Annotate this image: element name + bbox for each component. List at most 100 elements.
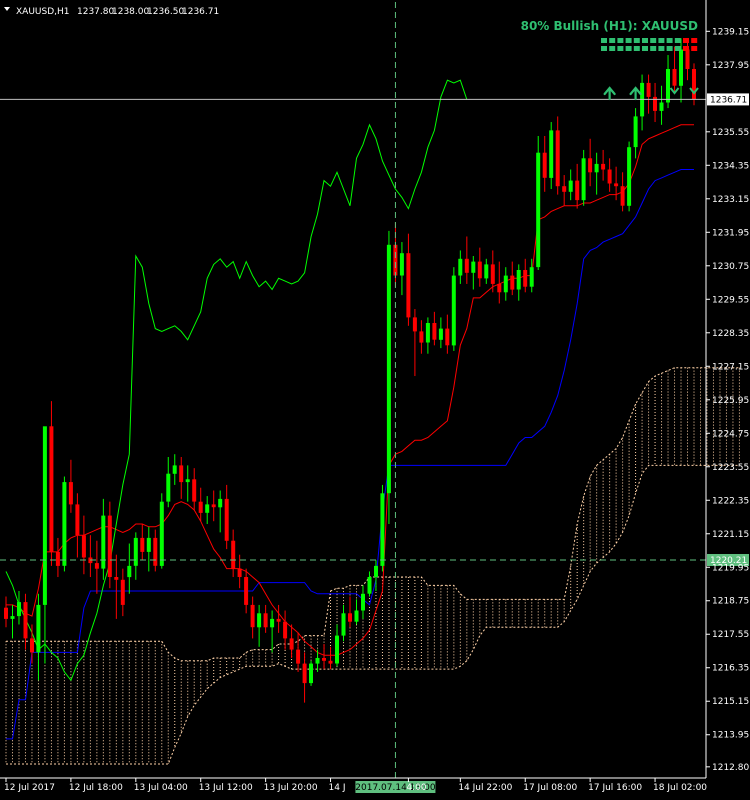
price-tick-label: 1213.95 (712, 731, 749, 741)
header-close: 1236.71 (182, 7, 219, 17)
candle-body (55, 551, 60, 566)
candle-body (354, 610, 359, 622)
candle-body (231, 540, 236, 569)
candle-body (477, 261, 482, 279)
candle-body (322, 658, 326, 661)
candle-body (328, 660, 333, 664)
price-tick-label: 1235.55 (712, 128, 749, 138)
price-tick-label: 1229.55 (712, 295, 749, 305)
signal-dot (617, 38, 624, 43)
candle-body (542, 152, 547, 178)
price-tick-label: 1233.15 (712, 195, 749, 205)
candle-body (335, 635, 339, 664)
candle-body (562, 186, 567, 192)
signal-dot (642, 38, 648, 43)
candle-body (315, 658, 320, 664)
candle-body (380, 493, 385, 566)
price-tick-label: 1217.55 (712, 630, 749, 640)
price-tick-label: 1224.75 (712, 429, 749, 439)
candle-body (263, 613, 268, 628)
signal-dot (625, 46, 632, 51)
candle-body (555, 130, 560, 187)
time-tick-label: 18 Jul 02:00 (653, 783, 707, 793)
candle-body (133, 537, 138, 566)
signal-dot (691, 38, 698, 43)
time-tick-label: 13 Jul 04:00 (134, 783, 188, 793)
candle-body (270, 618, 275, 628)
candle-body (30, 638, 34, 653)
signal-dot (633, 46, 640, 51)
price-tick-label: 1227.15 (712, 362, 749, 372)
signal-dot (617, 46, 624, 51)
candle-body (536, 152, 541, 268)
signal-dot (609, 38, 616, 43)
header-high: 1238.00 (112, 7, 149, 17)
candle-body (224, 498, 229, 541)
candle-body (250, 604, 255, 628)
candle-body (464, 258, 469, 273)
candle-body (179, 465, 184, 483)
signal-dot (691, 46, 698, 51)
signal-dot (674, 38, 681, 43)
price-tick-label: 1231.95 (712, 228, 749, 238)
signal-dot (633, 38, 640, 43)
candle-body (399, 253, 404, 276)
candle-body (140, 537, 145, 552)
candle-body (81, 535, 86, 558)
candle-body (289, 638, 294, 650)
candle-body (4, 607, 8, 619)
time-tick-label: 4:00 (406, 783, 426, 793)
price-tick-label: 1225.95 (712, 396, 749, 406)
candle-body (588, 158, 593, 173)
candle-body (283, 621, 288, 639)
candle-body (120, 579, 125, 605)
candle-body (198, 501, 203, 513)
price-tick-label: 1212.80 (712, 763, 749, 773)
signal-dot (650, 46, 657, 51)
candle-body (185, 479, 190, 483)
candle-body (523, 270, 528, 287)
signal-dot (625, 38, 632, 43)
candle-body (575, 180, 580, 201)
candle-body (419, 331, 424, 343)
price-tick-label: 1219.95 (712, 563, 749, 573)
candle-body (620, 186, 625, 206)
header-low: 1236.50 (147, 7, 184, 17)
candle-body (75, 504, 80, 536)
candle-body (601, 163, 606, 170)
candle-body (244, 577, 249, 605)
price-tick-label: 1223.55 (712, 463, 749, 473)
candle-body (17, 602, 21, 617)
candle-body (679, 49, 683, 86)
candle-body (484, 264, 489, 279)
candle-body (692, 69, 696, 100)
candle-body (42, 426, 47, 605)
candle-body (503, 275, 508, 293)
candle-body (68, 482, 73, 505)
price-tick-label: 1218.75 (712, 597, 749, 607)
candle-body (627, 147, 632, 206)
candle-body (36, 604, 41, 653)
candle-body (309, 663, 313, 684)
signal-dot (666, 46, 673, 51)
signal-dot (658, 38, 665, 43)
price-tick-label: 1239.15 (712, 27, 749, 37)
candle-body (172, 465, 177, 474)
candle-body (302, 663, 307, 684)
candle-body (432, 323, 437, 340)
candle-body (296, 649, 301, 664)
candle-body (549, 130, 554, 178)
candle-body (367, 577, 372, 594)
candle-body (438, 328, 443, 340)
candle-body (205, 504, 210, 513)
candle-body (127, 565, 132, 578)
candle-body (412, 317, 417, 332)
signal-dot (642, 46, 648, 51)
candle-body (276, 618, 281, 622)
price-chart[interactable]: 80% Bullish (H1): XAUUSD 1239.15 1237.95 1… (0, 0, 750, 800)
candle-body (348, 613, 352, 622)
candle-body (153, 537, 158, 566)
price-tick-label: 1221.15 (712, 530, 749, 540)
candle-body (237, 568, 242, 577)
signal-dot (683, 46, 689, 51)
